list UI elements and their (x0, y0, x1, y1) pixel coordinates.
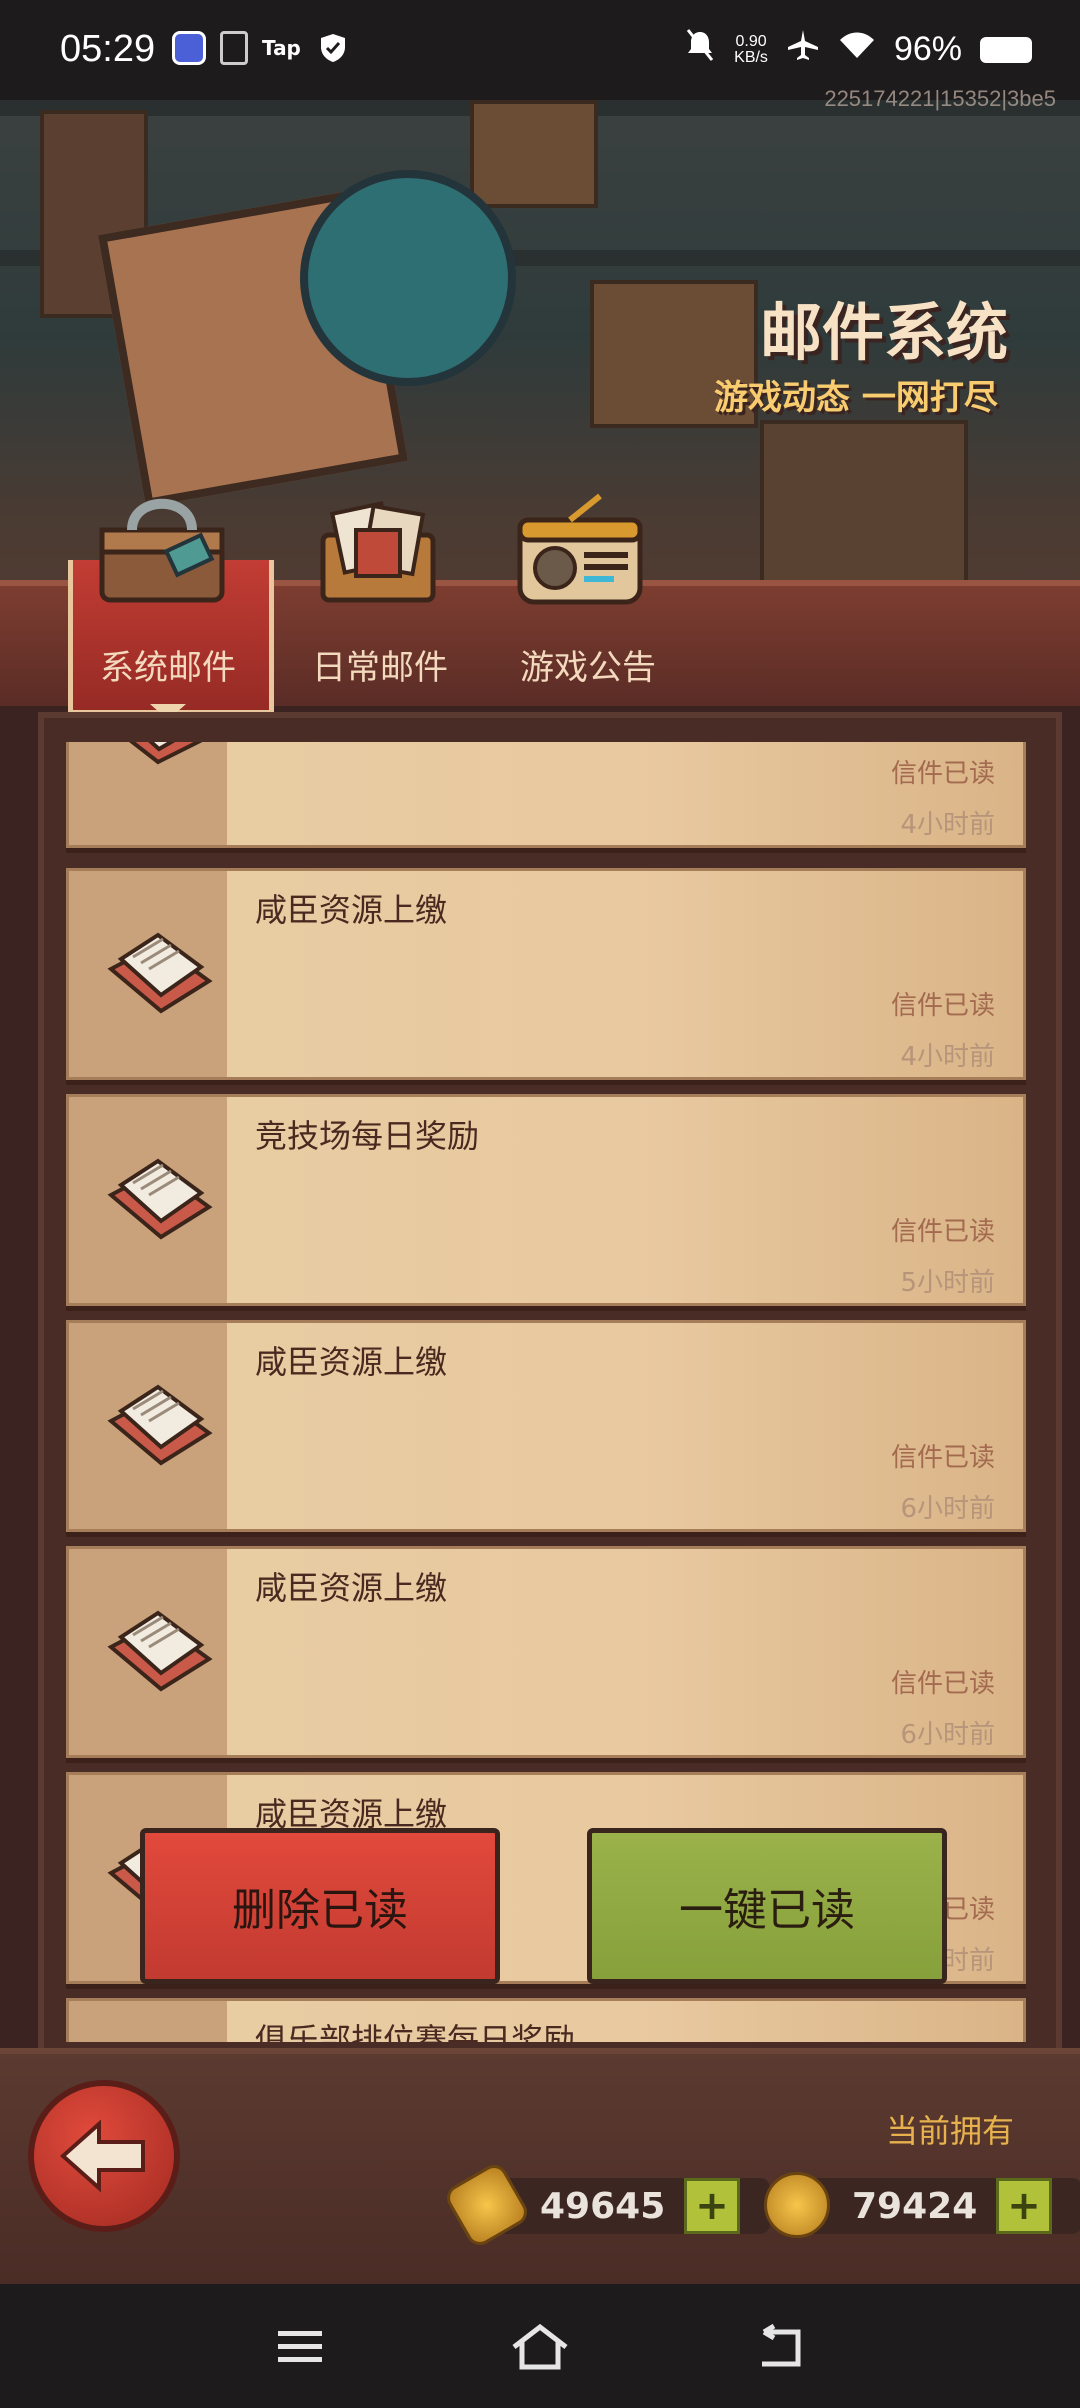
mail-read-status: 信件已读 (890, 759, 995, 789)
mail-read-status: 信件已读 (890, 1669, 995, 1699)
mail-time: 6小时前 (900, 1494, 995, 1524)
app-icon (172, 31, 206, 65)
mute-bell-icon (684, 28, 716, 71)
mail-item[interactable]: 信件已读 4小时前 (66, 742, 1026, 848)
shield-check-icon (315, 30, 351, 66)
open-letter-icon (103, 2029, 213, 2042)
tab-game-announcement[interactable]: 游戏公告 (518, 640, 658, 689)
banner-subtitle: 游戏动态 一网打尽 (714, 378, 998, 418)
menu-icon[interactable] (270, 2322, 330, 2372)
mail-subject: 咸臣资源上缴 (255, 891, 448, 929)
banner-title: 邮件系统 (760, 296, 1009, 369)
mark-all-read-button[interactable]: 一键已读 (587, 1828, 947, 1984)
mail-subject: 咸臣资源上缴 (255, 1569, 448, 1607)
mail-subject: 竞技场每日奖励 (255, 1117, 480, 1155)
gold-bar-amount: 49645 (540, 2185, 666, 2227)
home-icon[interactable] (510, 2322, 570, 2372)
network-speed: 0.90 KB/s (734, 32, 768, 66)
coin-amount: 79424 (852, 2185, 978, 2227)
taptap-icon: Tap (262, 36, 301, 60)
mail-read-status: 信件已读 (890, 1443, 995, 1473)
wifi-icon (838, 30, 876, 69)
mail-time: 5小时前 (900, 1268, 995, 1298)
currency-label: 当前拥有 (885, 2112, 1014, 2150)
tab-system-mail[interactable]: 系统邮件 (98, 640, 238, 689)
mail-time: 4小时前 (900, 810, 995, 840)
mail-item[interactable]: 竞技场每日奖励 信件已读 5小时前 (66, 1094, 1026, 1306)
back-arrow-icon[interactable] (28, 2080, 180, 2232)
mail-time: 4小时前 (900, 1042, 995, 1072)
letters-box-icon[interactable] (308, 490, 448, 610)
battery-level: 96% (893, 30, 962, 68)
mail-read-status: 信件已读 (890, 991, 995, 1021)
courier-character-illustration (300, 170, 516, 386)
mail-item[interactable]: 咸臣资源上缴 信件已读 4小时前 (66, 868, 1026, 1080)
treasure-chest-icon[interactable] (92, 490, 232, 610)
mail-time: 6小时前 (900, 1720, 995, 1750)
mail-item[interactable]: 咸臣资源上缴 信件已读 6小时前 (66, 1320, 1026, 1532)
document-icon (220, 31, 248, 65)
tab-daily-mail[interactable]: 日常邮件 (310, 640, 450, 689)
mail-item[interactable]: 咸臣资源上缴 信件已读 6小时前 (66, 1546, 1026, 1758)
system-navigation-bar (0, 2284, 1080, 2408)
open-letter-icon (103, 1351, 213, 1491)
open-letter-icon (103, 899, 213, 1039)
build-id: 225174221|15352|3be5 (824, 86, 1056, 111)
open-letter-icon (103, 742, 213, 807)
battery-icon (980, 36, 1032, 63)
delete-read-button[interactable]: 删除已读 (140, 1828, 500, 1984)
radio-icon[interactable] (510, 490, 650, 610)
add-gold-bar-button[interactable]: + (684, 2178, 740, 2234)
mail-subject: 俱乐部排位赛每日奖励 (255, 2021, 576, 2042)
open-letter-icon (103, 1125, 213, 1265)
clock: 05:29 (60, 28, 156, 70)
coin-icon (764, 2172, 830, 2238)
back-icon[interactable] (750, 2322, 810, 2372)
airplane-icon (786, 28, 820, 71)
status-bar: 05:29 Tap 0.90 KB/s 96% (0, 0, 1080, 100)
mail-item[interactable]: 俱乐部排位赛每日奖励 (66, 1998, 1026, 2042)
mail-read-status: 信件已读 (890, 1217, 995, 1247)
mail-subject: 咸臣资源上缴 (255, 1343, 448, 1381)
open-letter-icon (103, 1577, 213, 1717)
mail-time: 时前 (942, 1946, 995, 1976)
add-coin-button[interactable]: + (996, 2178, 1052, 2234)
